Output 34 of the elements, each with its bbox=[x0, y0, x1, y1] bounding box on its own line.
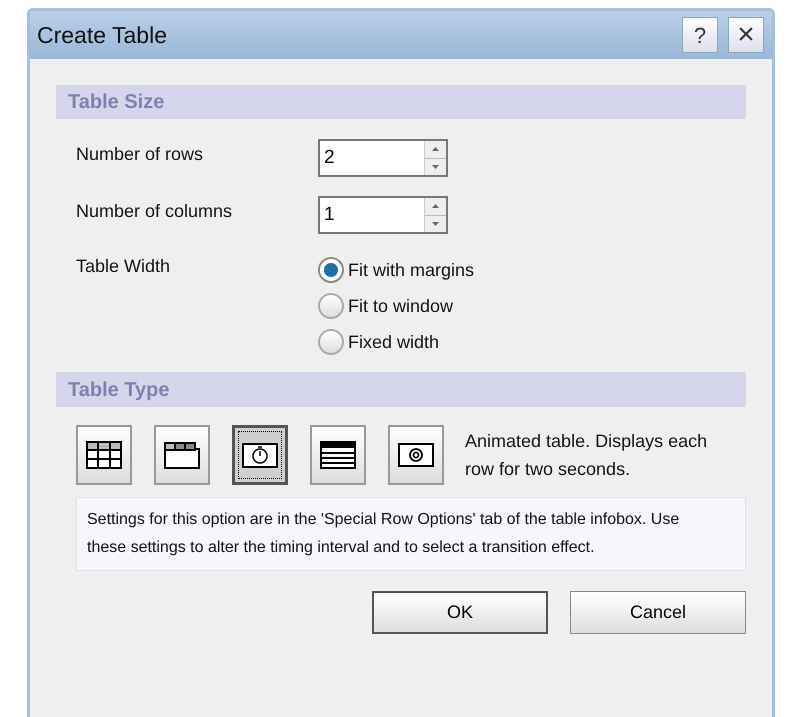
number-spinner[interactable]: 1 bbox=[318, 196, 448, 234]
table-type-button[interactable] bbox=[232, 425, 288, 485]
spin-up-button[interactable] bbox=[425, 141, 446, 158]
dialog-button[interactable]: Cancel bbox=[570, 591, 746, 634]
up-arrow-icon bbox=[432, 204, 439, 208]
info-text: Settings for this option are in the 'Special Row Options' tab of the table infobox. Use these settings to alter the timing interval and to select a transition effect. bbox=[87, 510, 680, 558]
grid-icon bbox=[86, 441, 122, 469]
close-button[interactable]: × bbox=[728, 17, 764, 53]
field-label: Table Width bbox=[76, 255, 172, 278]
window-icon bbox=[164, 441, 200, 469]
type-description: Animated table. Displays each row for two seconds. bbox=[465, 430, 708, 481]
striped-table-icon bbox=[320, 441, 356, 469]
number-spinner[interactable]: 2 bbox=[318, 139, 448, 177]
table-type-button[interactable] bbox=[310, 425, 366, 485]
section-title: Table Type bbox=[68, 378, 170, 402]
table-type-button[interactable] bbox=[76, 425, 132, 485]
down-arrow-icon bbox=[432, 222, 439, 226]
field-label: Number of rows bbox=[76, 142, 204, 166]
help-button[interactable]: ? bbox=[682, 17, 718, 53]
table-type-button[interactable] bbox=[154, 425, 210, 485]
dialog-button[interactable]: OK bbox=[372, 591, 548, 634]
section-title: Table Size bbox=[68, 90, 164, 115]
radio-option[interactable]: Fit to window bbox=[318, 293, 474, 319]
up-arrow-icon bbox=[432, 147, 439, 152]
window-title: Create Table bbox=[37, 20, 167, 50]
table-type-button[interactable] bbox=[388, 425, 444, 485]
radio-option[interactable]: Fixed width bbox=[318, 329, 474, 355]
radio-option[interactable]: Fit with margins bbox=[318, 257, 474, 283]
spin-down-button[interactable] bbox=[425, 158, 446, 175]
spin-up-button[interactable] bbox=[425, 198, 446, 216]
spin-down-button[interactable] bbox=[425, 216, 446, 232]
down-arrow-icon bbox=[432, 164, 439, 169]
field-label: Number of columns bbox=[76, 200, 234, 222]
stopwatch-icon bbox=[242, 441, 278, 469]
